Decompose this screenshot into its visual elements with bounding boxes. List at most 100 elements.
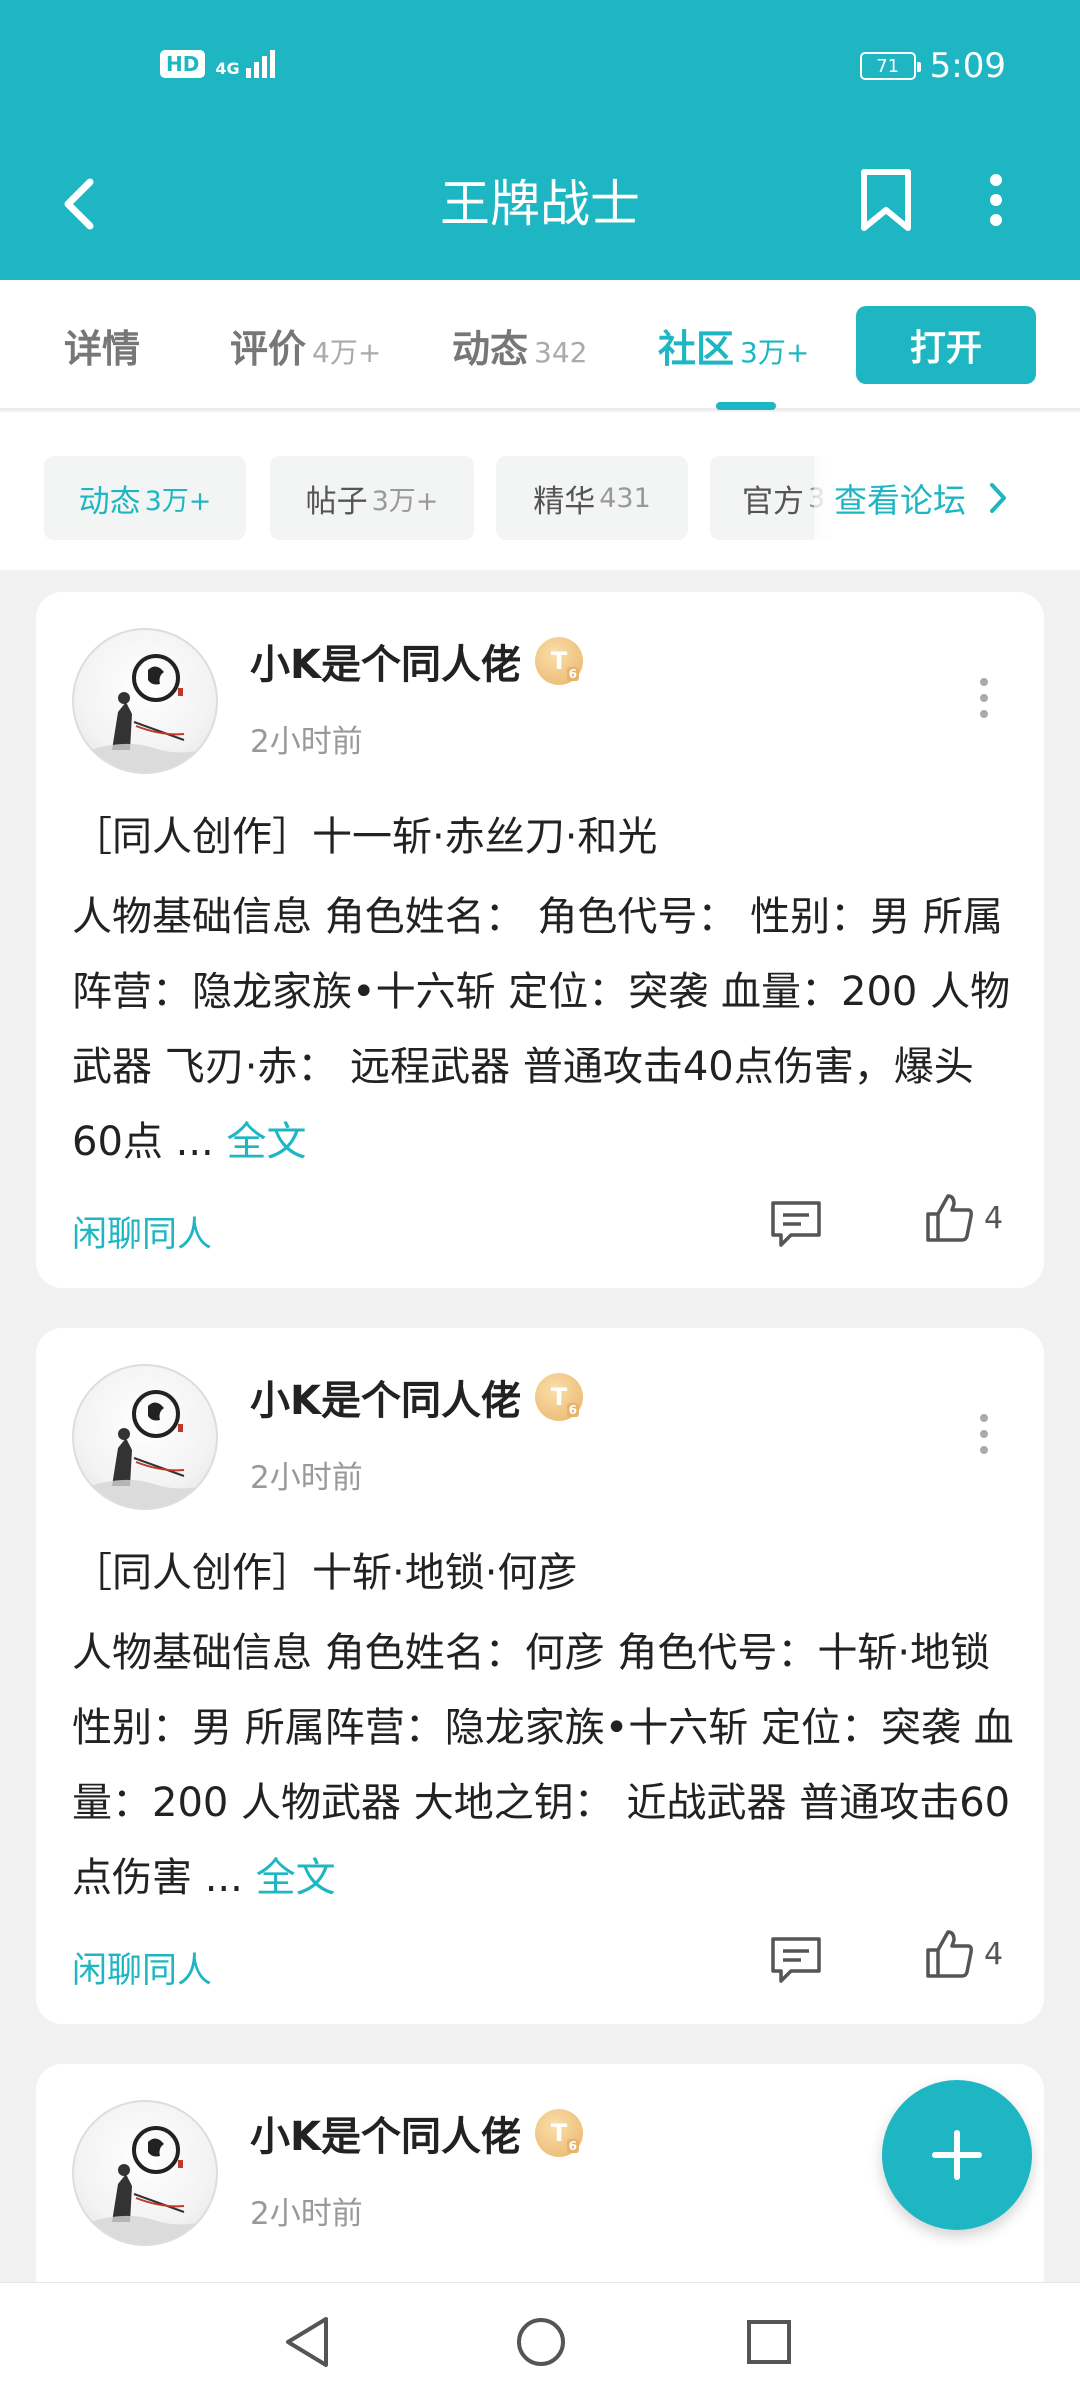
filter-chip-posts[interactable]: 帖子 3万+	[270, 456, 474, 540]
create-post-button[interactable]	[882, 2080, 1032, 2230]
badge-level: 6	[566, 667, 579, 681]
network-type: 4G	[215, 59, 240, 78]
hd-badge: HD	[160, 50, 206, 78]
open-app-button[interactable]: 打开	[856, 306, 1036, 384]
badge-letter: T	[550, 647, 568, 675]
filter-chip-featured[interactable]: 精华 431	[496, 456, 688, 540]
tab-bar: 详情 评价 4万+ 动态 342 社区 3万+ 打开	[0, 280, 1080, 410]
filter-chip-activity[interactable]: 动态 3万+	[44, 456, 246, 540]
more-vertical-icon	[990, 174, 1002, 226]
status-left: HD 4G	[160, 50, 275, 78]
excerpt-text: 人物基础信息 角色姓名： 角色代号： 性别：男 所属阵营：隐龙家族•十六斩 定位…	[72, 894, 1011, 1165]
avatar[interactable]	[72, 2100, 218, 2246]
like-count: 4	[984, 1200, 1004, 1236]
battery-level: 71	[876, 55, 900, 77]
post-more-button[interactable]	[964, 1404, 1004, 1464]
system-navigation-bar	[0, 2282, 1080, 2400]
like-count: 4	[984, 1936, 1004, 1972]
comment-icon	[771, 1201, 821, 1247]
username-text: 小K是个同人佬	[250, 2114, 521, 2160]
username-text: 小K是个同人佬	[250, 642, 521, 688]
clock: 5:09	[929, 46, 1006, 86]
plus-icon	[932, 2130, 982, 2180]
username[interactable]: 小K是个同人佬 T6	[250, 1368, 583, 1426]
post-time: 2小时前	[250, 1460, 363, 1496]
tab-community[interactable]: 社区 3万+	[658, 318, 809, 373]
avatar[interactable]	[72, 1364, 218, 1510]
chip-count: 3万+	[371, 485, 439, 517]
post-title: ［同人创作］十斩·地锁·何彦	[72, 1550, 578, 1596]
comment-icon	[771, 1937, 821, 1983]
avatar[interactable]	[72, 628, 218, 774]
chip-label: 帖子	[305, 483, 368, 520]
username[interactable]: 小K是个同人佬 T6	[250, 632, 583, 690]
post-excerpt: 人物基础信息 角色姓名： 角色代号： 性别：男 所属阵营：隐龙家族•十六斩 定位…	[72, 880, 1022, 1180]
square-recents-icon	[747, 2320, 791, 2364]
status-bar: HD 4G 71 5:09	[0, 0, 1080, 134]
tab-label: 动态	[452, 327, 529, 371]
badge-letter: T	[550, 1383, 568, 1411]
tab-details[interactable]: 详情	[64, 318, 140, 373]
post-time: 2小时前	[250, 2196, 363, 2232]
status-right: 71 5:09	[859, 46, 1006, 86]
tab-count: 4万+	[312, 336, 382, 369]
post-card[interactable]: 小K是个同人佬 T6 2小时前 ［同人创作］十斩·地锁·何彦 人物基础信息 角色…	[36, 1328, 1044, 2024]
badge-level: 6	[566, 1403, 579, 1417]
badge-level: 6	[566, 2139, 579, 2153]
post-excerpt: 人物基础信息 角色姓名：何彦 角色代号：十斩·地锁 性别：男 所属阵营：隐龙家族…	[72, 1616, 1022, 1916]
active-tab-indicator	[716, 402, 776, 410]
full-text-link[interactable]: 全文	[226, 1119, 306, 1165]
thumbs-up-icon	[926, 1930, 973, 1978]
tab-label: 详情	[64, 327, 141, 371]
battery-icon: 71	[859, 52, 921, 80]
like-button[interactable]: 4	[924, 1192, 1003, 1244]
tab-reviews[interactable]: 评价 4万+	[230, 318, 381, 373]
user-level-badge: T6	[535, 637, 583, 685]
forum-link-label: 查看论坛	[834, 481, 966, 520]
post-more-button[interactable]	[964, 668, 1004, 728]
bookmark-button[interactable]	[846, 158, 926, 242]
chevron-right-icon	[988, 481, 1008, 515]
nav-bar: 王牌战士	[0, 134, 1080, 280]
chip-label: 动态	[78, 483, 141, 520]
username-text: 小K是个同人佬	[250, 1378, 521, 1424]
comment-button[interactable]	[768, 1932, 824, 1988]
topic-tag[interactable]: 闲聊同人	[72, 1206, 212, 1257]
badge-letter: T	[550, 2119, 568, 2147]
topic-tag[interactable]: 闲聊同人	[72, 1942, 212, 1993]
signal-icon: 4G	[215, 50, 275, 78]
system-recents-button[interactable]	[734, 2307, 804, 2377]
app-header: HD 4G 71 5:09 王牌战士	[0, 0, 1080, 280]
chip-count: 431	[599, 482, 651, 514]
ink-warrior-avatar-image	[75, 1390, 216, 1508]
chip-label: 官方	[742, 483, 804, 520]
comment-button[interactable]	[768, 1196, 824, 1252]
user-level-badge: T6	[535, 1373, 583, 1421]
system-home-button[interactable]	[506, 2307, 576, 2377]
post-card[interactable]: 小K是个同人佬 T6 2小时前 ［同人创作］十一斩·赤丝刀·和光 人物基础信息 …	[36, 592, 1044, 1288]
username[interactable]: 小K是个同人佬 T6	[250, 2104, 583, 2162]
chip-count: 3万+	[144, 485, 212, 517]
system-back-button[interactable]	[272, 2307, 342, 2377]
excerpt-text: 人物基础信息 角色姓名：何彦 角色代号：十斩·地锁 性别：男 所属阵营：隐龙家族…	[72, 1630, 1014, 1901]
tab-activity[interactable]: 动态 342	[452, 318, 587, 373]
like-button[interactable]: 4	[924, 1928, 1003, 1980]
more-options-button[interactable]	[966, 158, 1026, 242]
user-level-badge: T6	[535, 2109, 583, 2157]
circle-home-icon	[517, 2318, 565, 2366]
ink-warrior-avatar-image	[75, 2126, 216, 2244]
post-title: ［同人创作］十一斩·赤丝刀·和光	[72, 814, 658, 860]
filter-bar: 动态3万+ 帖子3万+ 精华431 官方3 查看论坛	[0, 412, 1080, 570]
tab-count: 342	[534, 336, 588, 369]
triangle-back-icon	[286, 2317, 328, 2367]
post-time: 2小时前	[250, 724, 363, 760]
full-text-link[interactable]: 全文	[256, 1855, 336, 1901]
chip-label: 精华	[533, 483, 596, 520]
ink-warrior-avatar-image	[75, 654, 216, 772]
tab-label: 社区	[658, 327, 735, 371]
thumbs-up-icon	[926, 1194, 973, 1242]
bookmark-icon	[861, 169, 911, 231]
tab-count: 3万+	[740, 336, 810, 369]
view-forum-link[interactable]: 查看论坛	[814, 456, 1080, 540]
tab-label: 评价	[230, 327, 307, 371]
